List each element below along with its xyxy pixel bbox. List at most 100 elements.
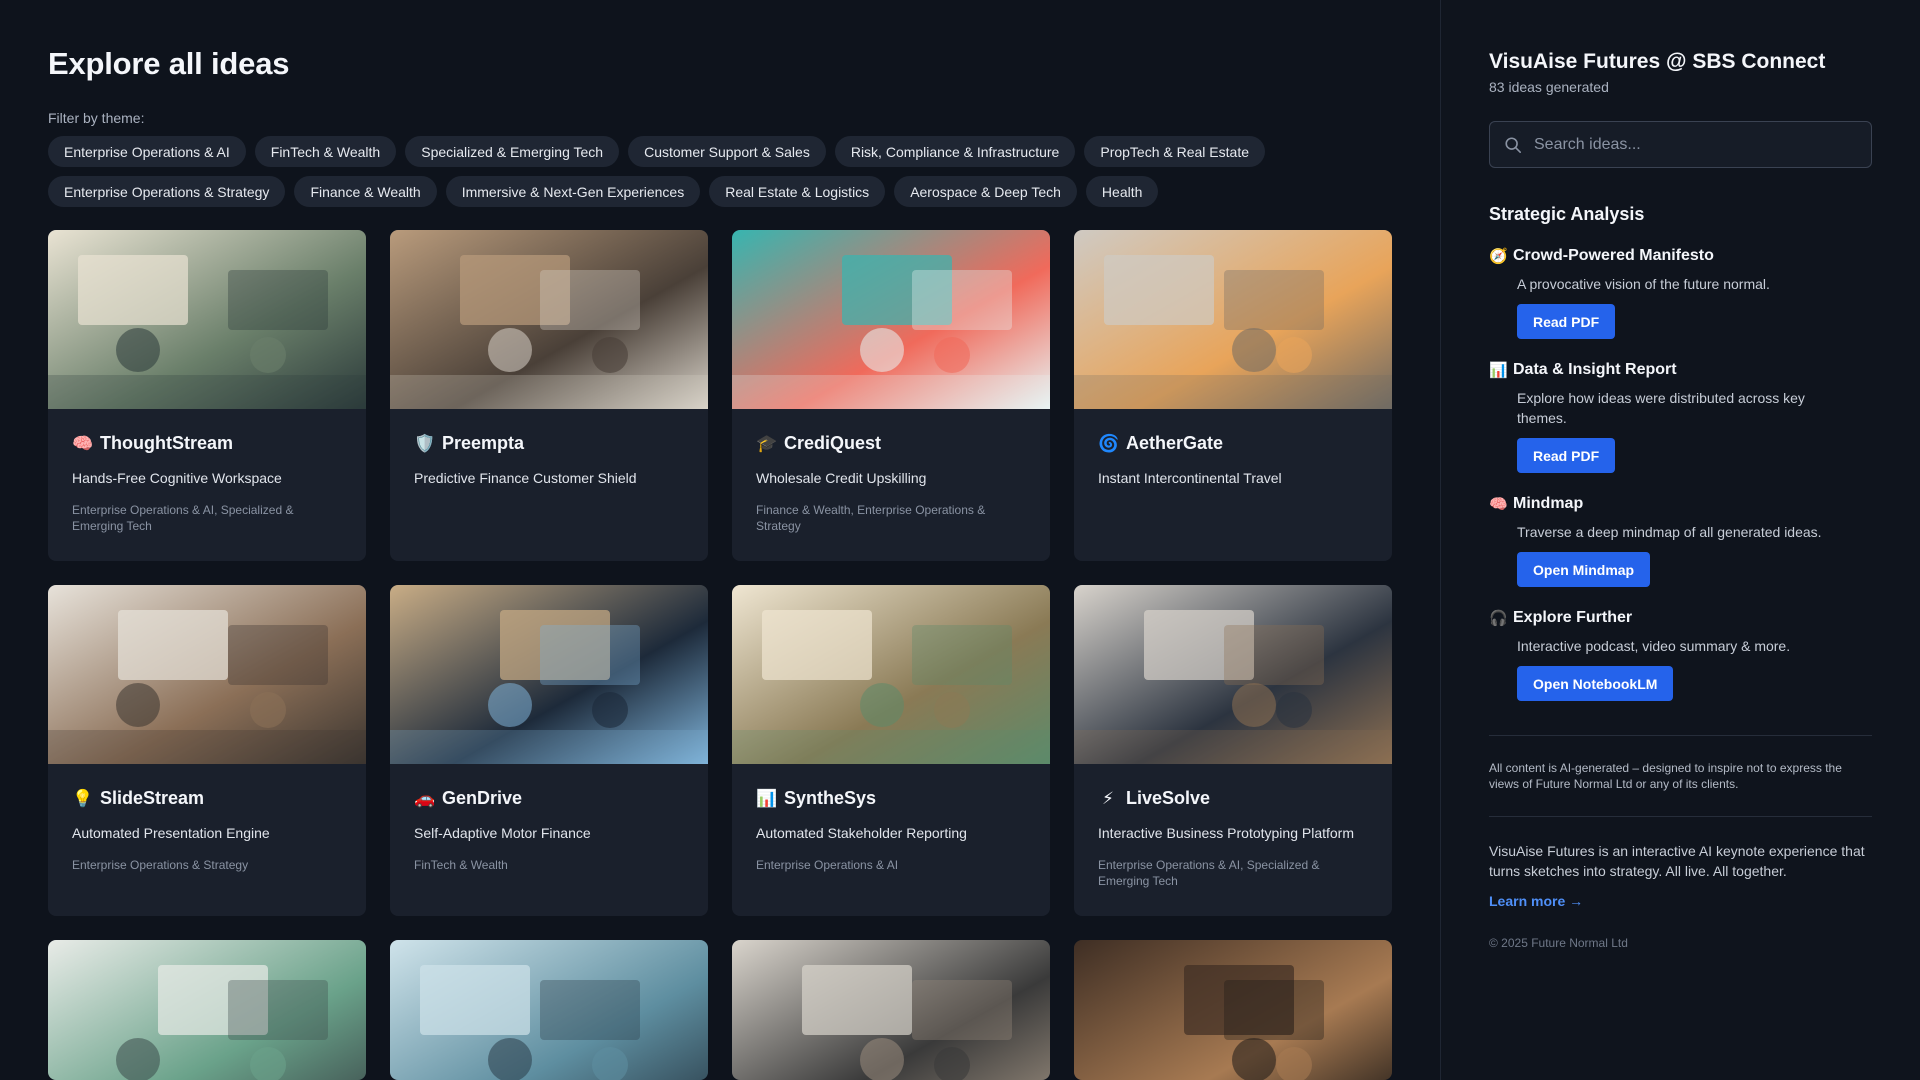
- analysis-item-description: Traverse a deep mindmap of all generated…: [1517, 524, 1822, 540]
- card-subtitle: Automated Presentation Engine: [72, 825, 270, 841]
- theme-chip[interactable]: Specialized & Emerging Tech: [405, 136, 620, 167]
- card-themes: Enterprise Operations & Strategy: [72, 858, 249, 872]
- theme-chip[interactable]: Immersive & Next-Gen Experiences: [445, 176, 701, 207]
- card-subtitle: Instant Intercontinental Travel: [1098, 470, 1282, 486]
- card-illustration: [390, 230, 708, 409]
- card-image: [48, 585, 366, 764]
- analysis-item-description: Explore how ideas were distributed acros…: [1517, 390, 1805, 426]
- theme-chip[interactable]: Real Estate & Logistics: [709, 176, 886, 207]
- analysis-item-heading: 🧠 Mindmap: [1489, 495, 1872, 513]
- analysis-item-title: Crowd-Powered Manifesto: [1513, 247, 1714, 264]
- filter-label: Filter by theme:: [48, 110, 145, 126]
- analysis-item: 🧠 Mindmap Traverse a deep mindmap of all g…: [1489, 495, 1872, 587]
- card-subtitle: Wholesale Credit Upskilling: [756, 470, 927, 486]
- theme-chip[interactable]: Risk, Compliance & Infrastructure: [834, 136, 1076, 167]
- idea-card[interactable]: [390, 940, 708, 1080]
- card-image: [390, 230, 708, 409]
- card-title: SlideStream: [100, 788, 205, 808]
- divider: [1489, 735, 1872, 736]
- card-body: 💡 SlideStream Automated Presentation Engin…: [48, 764, 366, 873]
- theme-chip[interactable]: Enterprise Operations & AI: [48, 136, 246, 167]
- analysis-item: 📊 Data & Insight Report Explore how ideas …: [1489, 361, 1872, 473]
- card-illustration: [48, 940, 366, 1080]
- card-illustration: [390, 585, 708, 764]
- ai-disclaimer: All content is AI-generated – designed t…: [1489, 761, 1842, 791]
- idea-card[interactable]: 💡 SlideStream Automated Presentation Engin…: [48, 585, 366, 916]
- card-title-row: 🚗 GenDrive: [414, 788, 684, 809]
- theme-chip[interactable]: Enterprise Operations & Strategy: [48, 176, 286, 207]
- analysis-item-button[interactable]: Read PDF: [1517, 304, 1616, 339]
- lightbulb-icon: 💡: [72, 788, 94, 808]
- card-subtitle: Automated Stakeholder Reporting: [756, 825, 967, 841]
- card-subtitle: Interactive Business Prototyping Platfor…: [1098, 825, 1355, 841]
- idea-card[interactable]: 🧠 ThoughtStream Hands-Free Cognitive Works…: [48, 230, 366, 561]
- idea-card[interactable]: [1074, 940, 1392, 1080]
- card-title: LiveSolve: [1126, 788, 1211, 808]
- ideas-count: 83 ideas generated: [1489, 79, 1609, 95]
- card-title-row: 💡 SlideStream: [72, 788, 342, 809]
- search-input[interactable]: [1534, 135, 1854, 154]
- idea-card[interactable]: 🛡️ Preempta Predictive Finance Customer Sh…: [390, 230, 708, 561]
- card-subtitle: Predictive Finance Customer Shield: [414, 470, 637, 486]
- card-illustration: [48, 585, 366, 764]
- analysis-item-button[interactable]: Read PDF: [1517, 438, 1616, 473]
- card-body: 🛡️ Preempta Predictive Finance Customer Sh…: [390, 409, 708, 488]
- card-title-row: 🎓 CrediQuest: [756, 433, 1026, 454]
- idea-card[interactable]: 📊 SyntheSys Automated Stakeholder Reportin…: [732, 585, 1050, 916]
- card-image: [48, 230, 366, 409]
- card-title: Preempta: [442, 433, 525, 453]
- card-body: 📊 SyntheSys Automated Stakeholder Reportin…: [732, 764, 1050, 873]
- idea-card[interactable]: [732, 940, 1050, 1080]
- analysis-item-button[interactable]: Open NotebookLM: [1517, 666, 1674, 701]
- card-title: SyntheSys: [784, 788, 877, 808]
- analysis-item-title: Explore Further: [1513, 609, 1633, 626]
- idea-card[interactable]: 🎓 CrediQuest Wholesale Credit Upskilling Fi…: [732, 230, 1050, 561]
- theme-chip[interactable]: Finance & Wealth: [294, 176, 437, 207]
- card-subtitle: Hands-Free Cognitive Workspace: [72, 470, 282, 486]
- analysis-item-description: A provocative vision of the future norma…: [1517, 276, 1770, 292]
- shield-icon: 🛡️: [414, 433, 436, 453]
- brain-icon: 🧠: [1489, 496, 1508, 513]
- cyclone-icon: 🌀: [1098, 433, 1120, 453]
- card-illustration: [1074, 230, 1392, 409]
- card-body: 🚗 GenDrive Self-Adaptive Motor Finance FinT…: [390, 764, 708, 873]
- idea-card[interactable]: 🚗 GenDrive Self-Adaptive Motor Finance FinT…: [390, 585, 708, 916]
- card-body: ⚡ LiveSolve Interactive Business Prototypi…: [1074, 764, 1392, 889]
- search-icon: [1505, 136, 1522, 153]
- analysis-item-description: Interactive podcast, video summary & mor…: [1517, 638, 1791, 654]
- theme-chip[interactable]: Aerospace & Deep Tech: [894, 176, 1077, 207]
- analysis-item-heading: 🧭 Crowd-Powered Manifesto: [1489, 247, 1872, 265]
- card-body: 🌀 AetherGate Instant Intercontinental Trav…: [1074, 409, 1392, 488]
- idea-card[interactable]: ⚡ LiveSolve Interactive Business Prototypi…: [1074, 585, 1392, 916]
- theme-chip[interactable]: Health: [1085, 176, 1159, 207]
- card-themes: Enterprise Operations & AI: [756, 858, 899, 872]
- strategic-analysis-list: 🧭 Crowd-Powered Manifesto A provocative vi…: [1489, 247, 1872, 701]
- card-subtitle: Self-Adaptive Motor Finance: [414, 825, 591, 841]
- strategic-analysis-heading: Strategic Analysis: [1489, 204, 1645, 224]
- lightning-icon: ⚡: [1102, 788, 1114, 808]
- card-image: [732, 940, 1050, 1080]
- analysis-item-button[interactable]: Open Mindmap: [1517, 552, 1651, 587]
- learn-more-link[interactable]: Learn more →: [1489, 893, 1583, 909]
- card-title-row: 🌀 AetherGate: [1098, 433, 1368, 454]
- theme-chip[interactable]: PropTech & Real Estate: [1084, 136, 1265, 167]
- card-themes: FinTech & Wealth: [414, 858, 508, 872]
- analysis-item: 🎧 Explore Further Interactive podcast, vid…: [1489, 609, 1872, 701]
- card-themes: Enterprise Operations & AI, Specialized …: [1098, 858, 1320, 888]
- headphones-icon: 🎧: [1489, 610, 1508, 627]
- search-box[interactable]: [1489, 121, 1872, 168]
- card-themes: Enterprise Operations & AI, Specialized …: [72, 503, 294, 533]
- theme-chip[interactable]: FinTech & Wealth: [254, 136, 397, 167]
- theme-chip[interactable]: Customer Support & Sales: [628, 136, 826, 167]
- graduation-cap-icon: 🎓: [756, 433, 778, 453]
- idea-card[interactable]: [48, 940, 366, 1080]
- card-title-row: 📊 SyntheSys: [756, 788, 1026, 809]
- card-title: ThoughtStream: [100, 433, 233, 453]
- card-themes: Finance & Wealth, Enterprise Operations …: [756, 503, 986, 533]
- card-image: [732, 585, 1050, 764]
- card-image: [1074, 585, 1392, 764]
- page-title: Explore all ideas: [48, 46, 290, 81]
- car-icon: 🚗: [414, 788, 436, 808]
- idea-card[interactable]: 🌀 AetherGate Instant Intercontinental Trav…: [1074, 230, 1392, 561]
- card-title-row: 🛡️ Preempta: [414, 433, 684, 454]
